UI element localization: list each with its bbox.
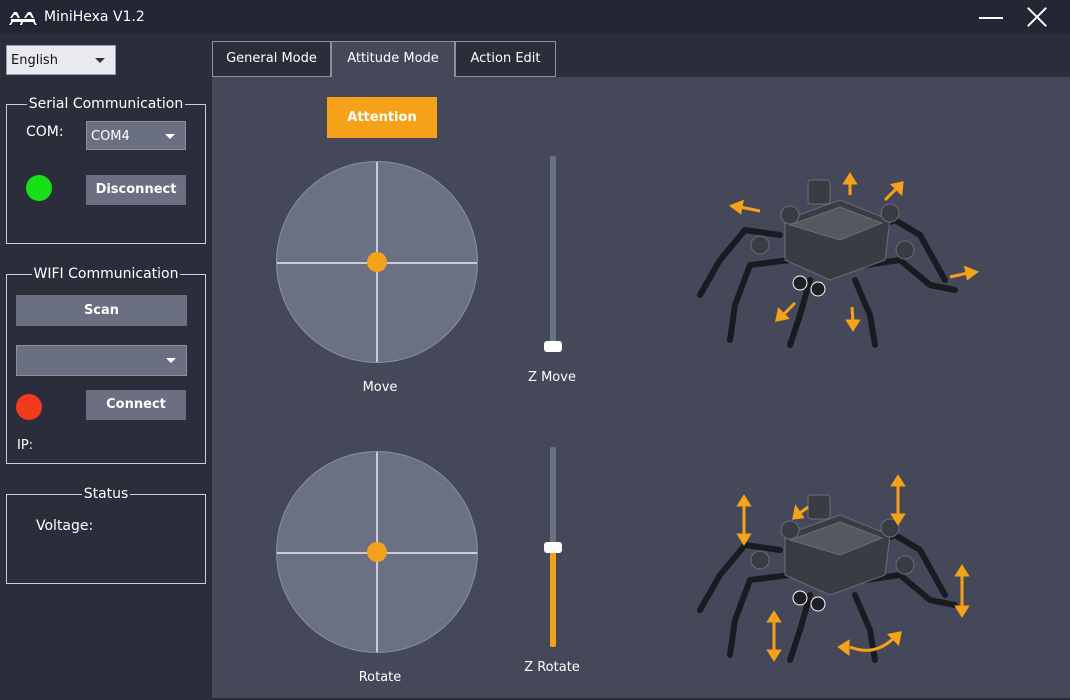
z-move-slider-handle[interactable] (544, 341, 562, 352)
z-rotate-slider[interactable] (544, 447, 562, 647)
status-group: Status (6, 486, 206, 584)
tab-action-edit[interactable]: Action Edit (455, 41, 556, 77)
move-label: Move (362, 380, 398, 395)
z-move-slider[interactable] (544, 156, 562, 352)
rotate-joystick[interactable] (276, 451, 478, 653)
z-rotate-slider-fill (550, 547, 556, 647)
com-port-select[interactable]: COM4 (86, 121, 186, 150)
hexapod-rotate-illustration (697, 475, 970, 663)
ip-label: IP: (17, 438, 34, 453)
tab-general-mode[interactable]: General Mode (212, 41, 331, 77)
app-logo-icon (9, 12, 37, 25)
title-bar: MiniHexa V1.2 (0, 0, 1070, 34)
move-joystick-knob[interactable] (367, 252, 387, 272)
rotate-label: Rotate (358, 670, 402, 685)
wifi-group-title: WIFI Communication (31, 266, 181, 282)
language-select[interactable]: English (6, 45, 116, 75)
z-move-label: Z Move (528, 370, 576, 385)
rotate-joystick-knob[interactable] (367, 542, 387, 562)
voltage-label: Voltage: (36, 518, 94, 534)
chevron-down-icon (95, 58, 105, 63)
serial-group-title: Serial Communication (26, 96, 186, 112)
com-label: COM: (26, 124, 64, 140)
attention-button[interactable]: Attention (327, 97, 437, 138)
app-title: MiniHexa V1.2 (44, 9, 145, 25)
move-joystick[interactable] (276, 161, 478, 363)
z-rotate-slider-handle[interactable] (544, 542, 562, 553)
z-rotate-label: Z Rotate (524, 660, 580, 675)
chevron-down-icon (165, 134, 175, 139)
minimize-icon[interactable] (976, 6, 1006, 30)
status-group-title: Status (81, 486, 131, 502)
chevron-down-icon (166, 358, 176, 363)
language-select-value: English (11, 53, 58, 68)
wifi-status-indicator (16, 394, 42, 420)
tab-attitude-mode[interactable]: Attitude Mode (331, 41, 455, 77)
serial-status-indicator (26, 175, 52, 201)
wifi-network-select[interactable] (16, 345, 187, 376)
scan-button[interactable]: Scan (16, 295, 187, 326)
connect-button[interactable]: Connect (86, 390, 186, 420)
close-icon[interactable] (1023, 4, 1051, 30)
hexapod-move-illustration (697, 172, 980, 348)
com-port-value: COM4 (91, 129, 130, 144)
disconnect-button[interactable]: Disconnect (86, 175, 186, 205)
